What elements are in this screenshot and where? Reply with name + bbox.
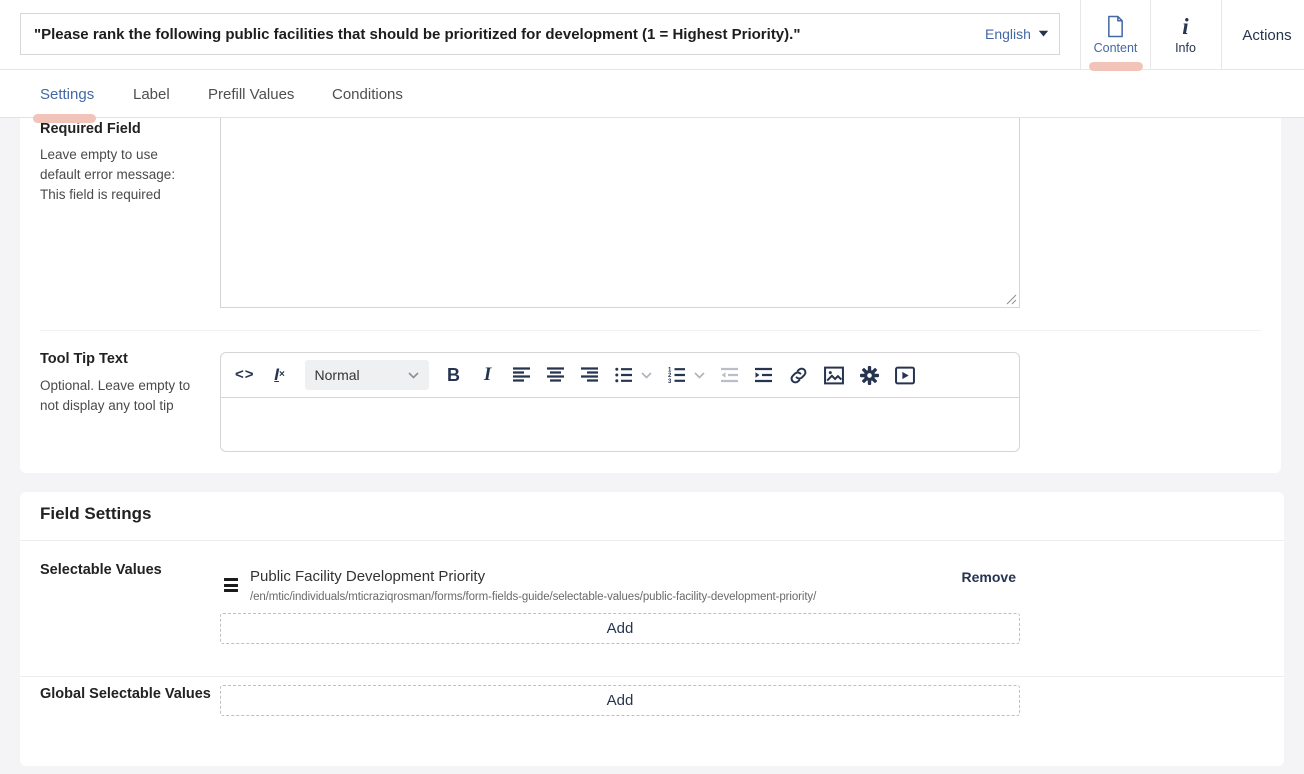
language-label: English (985, 26, 1031, 42)
bullet-list-icon[interactable] (615, 362, 633, 388)
indent-icon[interactable] (755, 362, 773, 388)
svg-text:3: 3 (668, 379, 672, 384)
tab-content[interactable]: Content (1081, 0, 1150, 70)
settings-tabbar: Settings Label Prefill Values Conditions (0, 70, 1304, 118)
bold-icon[interactable]: B (445, 362, 463, 388)
required-field-textarea[interactable] (220, 118, 1020, 308)
required-field-label: Required Field (40, 121, 141, 137)
language-selector[interactable]: English (985, 13, 1049, 55)
image-icon[interactable] (824, 362, 844, 388)
add-selectable-value-button[interactable]: Add (220, 613, 1020, 644)
italic-icon[interactable]: I (479, 362, 497, 388)
code-view-icon[interactable]: <> (235, 362, 255, 388)
remove-button[interactable]: Remove (946, 569, 1016, 585)
drag-handle-icon[interactable] (224, 578, 238, 592)
clear-formatting-icon[interactable]: I× (271, 362, 289, 388)
field-settings-heading: Field Settings (40, 504, 151, 524)
tooltip-editor-area[interactable] (220, 398, 1020, 452)
chevron-down-icon (1038, 30, 1049, 38)
align-left-icon[interactable] (513, 362, 531, 388)
tab-prefill-values[interactable]: Prefill Values (208, 70, 294, 118)
required-field-help: Leave empty to use default error message… (40, 145, 202, 205)
question-title-input[interactable] (20, 13, 1060, 55)
divider (40, 330, 1261, 331)
field-settings-panel: Field Settings Selectable Values Public … (20, 492, 1284, 766)
page-header: English Content i Info Actions (0, 0, 1304, 70)
tab-info[interactable]: i Info (1151, 0, 1220, 70)
settings-panel: Required Field Leave empty to use defaul… (20, 118, 1281, 473)
chevron-down-icon (408, 372, 419, 379)
add-global-selectable-value-button[interactable]: Add (220, 685, 1020, 716)
gear-icon[interactable] (860, 362, 879, 388)
info-icon: i (1182, 16, 1188, 38)
selectable-values-label: Selectable Values (40, 562, 162, 578)
tab-settings[interactable]: Settings (40, 70, 94, 118)
tab-content-label: Content (1094, 41, 1138, 55)
global-selectable-values-label: Global Selectable Values (40, 686, 211, 702)
tab-conditions[interactable]: Conditions (332, 70, 403, 118)
actions-button[interactable]: Actions (1222, 0, 1304, 70)
video-embed-icon[interactable] (895, 362, 915, 388)
link-icon[interactable] (789, 362, 808, 388)
active-tab-underline (1089, 62, 1143, 71)
align-right-icon[interactable] (581, 362, 599, 388)
selectable-value-path: /en/mtic/individuals/mticraziqrosman/for… (250, 591, 816, 603)
divider (20, 676, 1284, 677)
paragraph-style-value: Normal (315, 367, 360, 383)
paragraph-style-select[interactable]: Normal (305, 360, 429, 390)
divider (20, 540, 1284, 541)
tab-info-label: Info (1175, 41, 1196, 55)
ordered-list-options-chevron[interactable] (694, 372, 705, 379)
main-content: Required Field Leave empty to use defaul… (0, 118, 1304, 774)
tool-tip-label: Tool Tip Text (40, 351, 128, 367)
ordered-list-icon[interactable]: 123 (668, 362, 686, 388)
clear-formatting-sub: × (279, 366, 285, 384)
bullet-list-options-chevron[interactable] (641, 372, 652, 379)
selectable-value-title: Public Facility Development Priority (250, 568, 485, 585)
align-center-icon[interactable] (547, 362, 565, 388)
active-subtab-underline (33, 114, 96, 123)
tooltip-rich-text-editor: <> I× Normal B I (220, 352, 1020, 452)
document-icon (1106, 15, 1125, 38)
outdent-icon[interactable] (721, 362, 739, 388)
rte-toolbar: <> I× Normal B I (220, 352, 1020, 398)
tab-label[interactable]: Label (133, 70, 170, 118)
tool-tip-help: Optional. Leave empty to not display any… (40, 376, 202, 416)
